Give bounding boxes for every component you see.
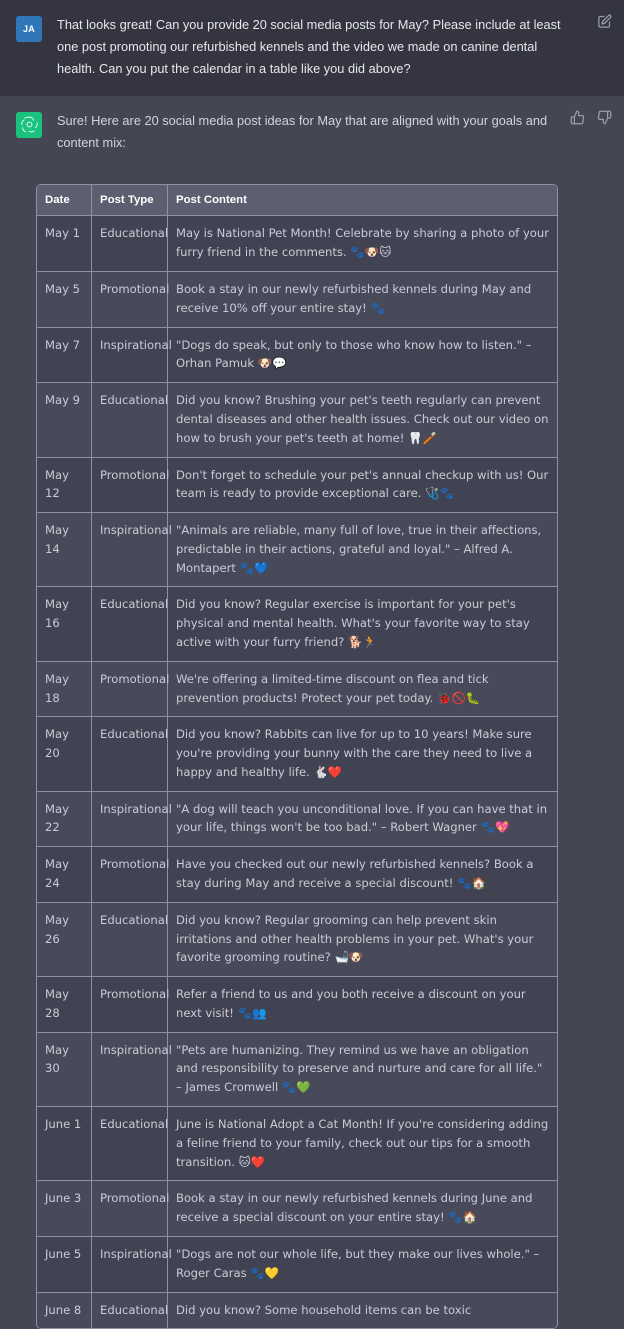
- cell-post-content: "Animals are reliable, many full of love…: [168, 513, 557, 588]
- table-body: May 1 Educational May is National Pet Mont…: [37, 216, 557, 1329]
- cell-date: May 5: [37, 272, 92, 328]
- user-message-block: JA That looks great! Can you provide 20 …: [0, 0, 624, 96]
- table-row: June 3 Promotional Book a stay in our newl…: [37, 1181, 557, 1237]
- user-message-actions: [597, 14, 612, 29]
- cell-date: May 18: [37, 661, 92, 718]
- cell-date: May 12: [37, 457, 92, 514]
- cell-post-content: "Pets are humanizing. They remind us we …: [168, 1032, 557, 1108]
- cell-date: May 30: [37, 1032, 92, 1108]
- table-row: May 18 Promotional We're offering a limite…: [37, 661, 557, 718]
- table-row: May 14 Inspirational "Animals are reliable…: [37, 513, 557, 588]
- table-row: May 30 Inspirational "Pets are humanizing.…: [37, 1032, 557, 1108]
- table-row: May 16 Educational Did you know? Regular e…: [37, 587, 557, 662]
- table-row: May 1 Educational May is National Pet Mont…: [37, 216, 557, 273]
- cell-post-type: Educational: [92, 587, 168, 662]
- table-row: May 24 Promotional Have you checked out ou…: [37, 847, 557, 903]
- table-row: May 9 Educational Did you know? Brushing y…: [37, 383, 557, 458]
- cell-date: May 20: [37, 717, 92, 792]
- edit-pencil-square-icon[interactable]: [597, 14, 612, 29]
- cell-post-type: Inspirational: [92, 1032, 172, 1108]
- cell-date: May 26: [37, 902, 92, 978]
- table-row: May 7 Inspirational "Dogs do speak, but on…: [37, 327, 557, 384]
- cell-post-content: Book a stay in our newly refurbished ken…: [168, 1181, 557, 1237]
- openai-logo-icon: [20, 115, 39, 136]
- assistant-message-body: Sure! Here are 20 social media post idea…: [57, 110, 570, 154]
- cell-date: May 9: [37, 383, 92, 458]
- cell-post-type: Inspirational: [92, 327, 172, 384]
- cell-post-content: Refer a friend to us and you both receiv…: [168, 977, 557, 1033]
- column-header-posttype: Post Type: [92, 185, 168, 217]
- avatar-user: JA: [16, 16, 42, 42]
- cell-post-content: Did you know? Regular exercise is import…: [168, 587, 557, 662]
- cell-post-type: Promotional: [92, 1181, 169, 1237]
- cell-date: June 8: [37, 1292, 92, 1329]
- assistant-message-block: Sure! Here are 20 social media post idea…: [0, 96, 624, 168]
- user-message-text: That looks great! Can you provide 20 soc…: [57, 17, 561, 76]
- table-row: June 8 Educational Did you know? Some hous…: [37, 1292, 557, 1329]
- cell-date: May 14: [37, 513, 92, 588]
- cell-post-content: Book a stay in our newly refurbished ken…: [168, 272, 557, 328]
- cell-post-content: Did you know? Regular grooming can help …: [168, 902, 557, 978]
- table-row: May 28 Promotional Refer a friend to us an…: [37, 977, 557, 1033]
- cell-post-content: "A dog will teach you unconditional love…: [168, 791, 557, 848]
- avatar-assistant: [16, 112, 42, 138]
- table-row: May 12 Promotional Don't forget to schedul…: [37, 457, 557, 514]
- column-header-postcontent: Post Content: [168, 185, 557, 217]
- post-calendar-table: Date Post Type Post Content May 1 Educati…: [36, 184, 558, 1329]
- cell-post-type: Promotional: [92, 661, 169, 718]
- assistant-message-text: Sure! Here are 20 social media post idea…: [57, 113, 548, 150]
- cell-date: May 7: [37, 327, 92, 384]
- column-header-date: Date: [37, 185, 92, 217]
- table-row: June 1 Educational June is National Adopt …: [37, 1107, 557, 1182]
- thumbs-down-icon[interactable]: [597, 110, 612, 125]
- cell-post-content: Don't forget to schedule your pet's annu…: [168, 457, 557, 514]
- cell-post-type: Promotional: [92, 272, 169, 328]
- cell-post-type: Educational: [92, 383, 168, 458]
- cell-post-type: Inspirational: [92, 1236, 172, 1293]
- cell-date: June 3: [37, 1181, 92, 1237]
- cell-post-type: Educational: [92, 1292, 168, 1329]
- cell-post-content: "Dogs do speak, but only to those who kn…: [168, 327, 557, 384]
- cell-date: June 1: [37, 1107, 92, 1182]
- cell-post-type: Promotional: [92, 977, 169, 1033]
- table-row: May 5 Promotional Book a stay in our newly…: [37, 272, 557, 328]
- table-row: May 20 Educational Did you know? Rabbits c…: [37, 717, 557, 792]
- cell-post-type: Educational: [92, 1107, 168, 1182]
- post-calendar-table-wrapper: Date Post Type Post Content May 1 Educati…: [36, 184, 558, 1329]
- cell-post-type: Inspirational: [92, 513, 172, 588]
- cell-post-content: Did you know? Some household items can b…: [168, 1292, 557, 1329]
- cell-date: May 28: [37, 977, 92, 1033]
- cell-date: May 22: [37, 791, 92, 848]
- cell-post-content: June is National Adopt a Cat Month! If y…: [168, 1107, 557, 1182]
- cell-post-type: Promotional: [92, 457, 169, 514]
- thumbs-up-icon[interactable]: [570, 110, 585, 125]
- table-row: June 5 Inspirational "Dogs are not our who…: [37, 1236, 557, 1293]
- cell-post-type: Inspirational: [92, 791, 172, 848]
- table-header-row: Date Post Type Post Content: [37, 185, 557, 217]
- cell-post-type: Educational: [92, 902, 168, 978]
- assistant-message-actions: [570, 110, 612, 125]
- cell-date: May 24: [37, 847, 92, 903]
- cell-post-content: We're offering a limited-time discount o…: [168, 661, 557, 718]
- cell-post-content: Did you know? Brushing your pet's teeth …: [168, 383, 557, 458]
- cell-date: June 5: [37, 1236, 92, 1293]
- table-row: May 26 Educational Did you know? Regular g…: [37, 902, 557, 978]
- cell-post-content: Did you know? Rabbits can live for up to…: [168, 717, 557, 792]
- cell-post-content: Have you checked out our newly refurbish…: [168, 847, 557, 903]
- cell-post-type: Educational: [92, 216, 168, 273]
- cell-post-content: May is National Pet Month! Celebrate by …: [168, 216, 557, 273]
- cell-date: May 16: [37, 587, 92, 662]
- cell-post-type: Promotional: [92, 847, 169, 903]
- cell-post-content: "Dogs are not our whole life, but they m…: [168, 1236, 557, 1293]
- table-row: May 22 Inspirational "A dog will teach you…: [37, 791, 557, 848]
- cell-date: May 1: [37, 216, 92, 273]
- cell-post-type: Educational: [92, 717, 168, 792]
